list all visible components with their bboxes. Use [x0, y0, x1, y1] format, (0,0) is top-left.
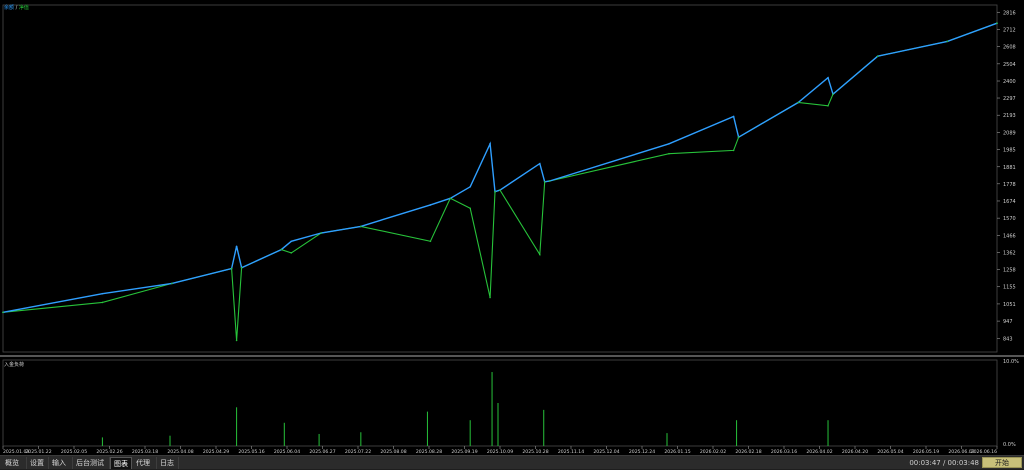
elapsed-timer: 00:03:47 / 00:03:48 [909, 459, 979, 467]
balance-point [827, 76, 829, 79]
equity-point [499, 189, 501, 191]
balance-point [290, 240, 293, 243]
balance-point [469, 185, 471, 188]
equity-point [320, 232, 322, 234]
balance-point [429, 204, 432, 206]
main-plot-frame [2, 4, 998, 353]
equity-point [494, 190, 496, 193]
equity-point [240, 266, 243, 269]
balance-point [489, 143, 491, 145]
tab-inputs[interactable]: 输入 [49, 457, 73, 469]
load-y-tick-label: 0.0% [1003, 442, 1016, 448]
tab-settings[interactable]: 设置 [27, 457, 49, 469]
equity-point [737, 136, 740, 138]
y-tick-label: 1674 [1003, 199, 1016, 205]
y-tick-label: 2816 [1003, 10, 1016, 16]
equity-point [360, 225, 362, 228]
balance-point [668, 143, 670, 145]
load-plot-frame [2, 359, 998, 447]
equity-point [827, 104, 829, 107]
y-tick-label: 1466 [1003, 233, 1016, 239]
y-tick-label: 1258 [1003, 268, 1016, 274]
equity-point [429, 240, 432, 243]
equity-point [548, 180, 551, 182]
equity-point [449, 197, 452, 200]
balance-point [732, 115, 735, 118]
equity-point [171, 282, 173, 285]
tab-overview[interactable]: 概览 [2, 457, 27, 469]
y-tick-label: 1051 [1003, 302, 1016, 308]
y-tick-label: 1985 [1003, 148, 1016, 154]
equity-point [290, 252, 293, 254]
tab-chart[interactable]: 图表 [110, 457, 132, 469]
y-tick-label: 2193 [1003, 113, 1016, 119]
y-tick-label: 947 [1003, 319, 1013, 325]
equity-point [538, 253, 541, 256]
equity-point [235, 339, 238, 342]
y-tick-label: 2297 [1003, 96, 1016, 102]
equity-point [832, 93, 834, 96]
balance-point [101, 292, 104, 295]
balance-point [538, 162, 541, 165]
equity-point [946, 40, 949, 43]
balance-point [235, 245, 238, 248]
y-tick-label: 2504 [1003, 62, 1016, 68]
y-tick-label: 843 [1003, 336, 1013, 342]
balance-equity-chart: 843 947 1051 1155 1258 1362 1466 1570 1674 1778 18… [0, 4, 1024, 455]
y-tick-label: 2089 [1003, 130, 1016, 136]
equity-point [2, 311, 4, 314]
y-tick-label: 1778 [1003, 182, 1016, 188]
y-tick-label: 1155 [1003, 285, 1016, 291]
deposit-load-title: 入金负荷 [4, 362, 25, 368]
legend-balance: 余额 [4, 5, 15, 11]
load-y-tick-label: 10.0% [1003, 359, 1019, 365]
legend-equity: 净值 [18, 5, 29, 11]
equity-point [996, 22, 998, 24]
y-tick-label: 2608 [1003, 45, 1016, 51]
equity-point [732, 149, 735, 152]
tab-agents[interactable]: 代理 [133, 457, 157, 469]
equity-point [668, 152, 670, 155]
tab-journal[interactable]: 日志 [157, 457, 179, 469]
legend: 余额 / 净值 [4, 4, 29, 11]
start-button[interactable]: 开始 [982, 457, 1022, 468]
equity-point [489, 296, 491, 299]
equity-line [2, 22, 998, 341]
equity-point [101, 301, 104, 304]
y-tick-label: 1362 [1003, 251, 1016, 257]
legend-separator: / [15, 5, 18, 11]
equity-point [876, 55, 879, 58]
equity-point [469, 207, 471, 210]
equity-point [543, 181, 546, 183]
y-tick-label: 2712 [1003, 27, 1016, 33]
y-tick-label: 1570 [1003, 216, 1016, 222]
balance-line [2, 22, 998, 313]
equity-point [797, 101, 799, 104]
equity-point [280, 248, 283, 251]
y-tick-label: 2400 [1003, 79, 1016, 85]
y-tick-label: 1881 [1003, 165, 1016, 171]
chart-area: 843 947 1051 1155 1258 1362 1466 1570 1674 1778 18… [0, 0, 1024, 455]
tab-backtest[interactable]: 后台测试 [73, 457, 110, 469]
equity-point [230, 267, 233, 270]
bottom-tab-bar: 概览 设置 输入 后台测试 图表 代理 日志 00:03:47 / 00:03:… [0, 455, 1024, 469]
